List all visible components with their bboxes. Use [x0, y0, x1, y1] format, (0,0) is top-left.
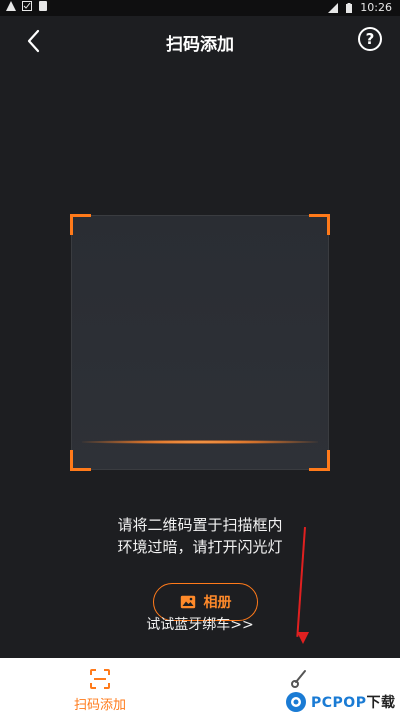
watermark-text: PCPOP下载: [311, 692, 395, 712]
hint-line-2: 环境过暗，请打开闪光灯: [117, 538, 283, 556]
status-bar: 10:26: [0, 0, 400, 16]
header: 扫码添加 ?: [0, 16, 400, 68]
signal-icon: [328, 2, 339, 13]
status-time: 10:26: [360, 1, 392, 14]
help-button[interactable]: ?: [358, 27, 382, 51]
key-icon: [291, 670, 306, 688]
tab-scan-add[interactable]: 扫码添加: [45, 668, 155, 713]
scan-corner-bottom-left: [70, 450, 91, 471]
tab-scan-add-label: 扫码添加: [73, 698, 126, 713]
scan-corner-top-right: [309, 214, 330, 235]
sim-card-icon: [39, 1, 47, 11]
hint-line-1: 请将二维码置于扫描框内: [117, 516, 283, 534]
scan-icon: [90, 669, 110, 689]
warning-icon: [6, 1, 16, 11]
pcpop-watermark: PCPOP下载: [285, 688, 400, 716]
scan-corner-top-left: [70, 214, 91, 235]
pcpop-logo-icon: [286, 692, 306, 712]
page-title: 扫码添加: [166, 35, 234, 55]
album-label: 相册: [203, 595, 232, 611]
checkbox-icon: [22, 1, 32, 11]
tab-key[interactable]: [245, 668, 355, 690]
annotation-arrow-head: [297, 632, 309, 644]
battery-icon: [346, 2, 353, 13]
scan-corner-bottom-right: [309, 450, 330, 471]
watermark-main: PCPOP: [311, 695, 367, 711]
help-icon: ?: [365, 30, 375, 48]
watermark-suffix: 下载: [366, 695, 396, 711]
image-icon: [180, 595, 195, 609]
scan-frame: [70, 214, 330, 471]
bluetooth-bind-link[interactable]: 试试蓝牙绑车>>: [0, 614, 400, 634]
scan-line: [82, 440, 318, 444]
scan-hint: 请将二维码置于扫描框内 环境过暗，请打开闪光灯: [0, 514, 400, 558]
